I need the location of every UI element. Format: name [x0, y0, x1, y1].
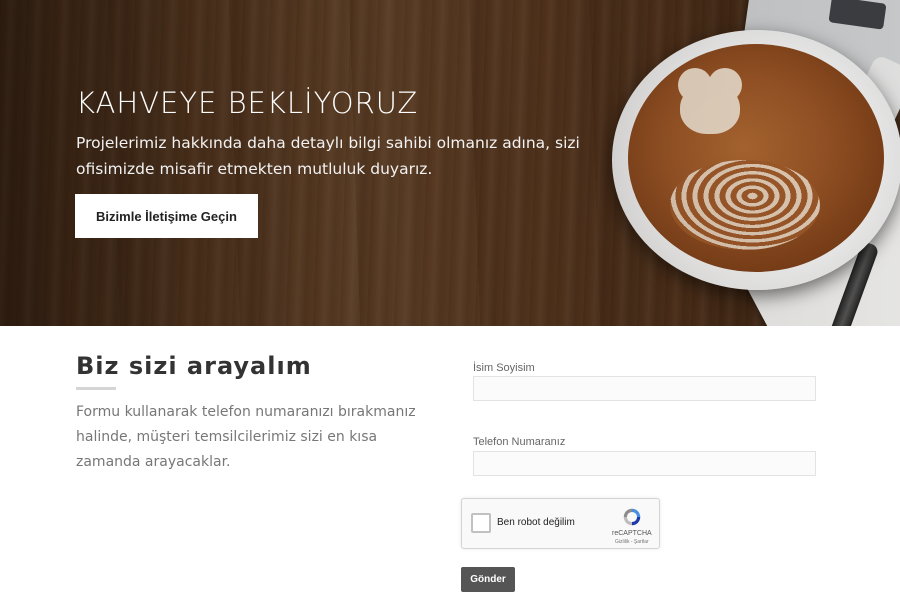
phone-label: Telefon Numaranız [473, 436, 566, 448]
callback-text: Formu kullanarak telefon numaranızı bıra… [76, 404, 416, 470]
recaptcha-checkbox[interactable] [471, 513, 491, 533]
name-input[interactable] [473, 376, 816, 401]
hero-title: KAHVEYE BEKLİYORUZ [76, 86, 419, 120]
recaptcha-widget: Ben robot değilim reCAPTCHA Gizlilik - Ş… [461, 498, 660, 549]
callback-title: Biz sizi arayalım [76, 352, 312, 380]
recaptcha-icon [623, 508, 641, 526]
title-underline [76, 387, 116, 390]
laptop-key-image [828, 0, 887, 30]
coffee-cup-image [612, 30, 900, 290]
name-label: İsim Soyisim [473, 362, 535, 374]
recaptcha-brand: reCAPTCHA [612, 530, 652, 537]
recaptcha-links[interactable]: Gizlilik - Şartlar [615, 539, 649, 545]
notebook-rings [728, 149, 900, 267]
laptop-image [738, 0, 900, 105]
phone-input[interactable] [473, 451, 816, 476]
contact-us-button[interactable]: Bizimle İletişime Geçin [75, 194, 258, 238]
cup-handle-image [847, 53, 900, 137]
latte-art-leaf [670, 160, 820, 250]
latte-art-heart [678, 68, 742, 134]
hero-banner: KAHVEYE BEKLİYORUZ Projelerimiz hakkında… [0, 0, 900, 326]
recaptcha-label: Ben robot değilim [497, 517, 575, 528]
pen-image [818, 240, 880, 326]
coffee-surface-image [628, 44, 884, 272]
submit-button[interactable]: Gönder [461, 567, 515, 592]
notebook-image [728, 149, 900, 326]
callback-section: Biz sizi arayalım Formu kullanarak telef… [0, 326, 900, 600]
hero-text: Projelerimiz hakkında daha detaylı bilgi… [76, 134, 580, 178]
hero-content: KAHVEYE BEKLİYORUZ Projelerimiz hakkında… [76, 86, 596, 182]
